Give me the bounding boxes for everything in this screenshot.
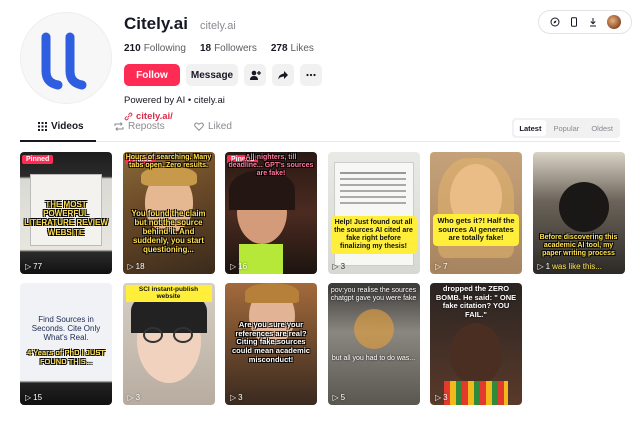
view-count: ▷ 3: [435, 393, 448, 402]
play-icon: ▷: [332, 393, 339, 402]
tab-liked[interactable]: Liked: [194, 121, 232, 132]
video-card[interactable]: Before discovering this academic AI tool…: [532, 152, 625, 274]
play-icon: ▷: [127, 393, 134, 402]
play-icon: ▷: [25, 393, 32, 402]
profile-avatar[interactable]: [20, 12, 112, 104]
sort-popular[interactable]: Popular: [548, 120, 584, 136]
video-card[interactable]: Pinned THE MOST POWERFUL LITERATURE REVI…: [20, 152, 112, 274]
view-count: ▷ 18: [127, 262, 145, 271]
citely-logo: [41, 32, 87, 90]
video-caption: Before discovering this academic AI tool…: [539, 234, 618, 258]
view-count: ▷ 7: [435, 262, 448, 271]
video-top-text: All-nighters, till deadline... GPT's sou…: [228, 154, 314, 178]
video-card[interactable]: Find Sources in Seconds. Cite Only What'…: [20, 283, 112, 405]
video-caption: Are you sure your references are real? C…: [232, 320, 310, 364]
device-icon[interactable]: [569, 17, 579, 27]
profile-stats: 210 Following 18 Followers 278 Likes: [124, 43, 424, 54]
video-card[interactable]: Help! Just found out all the sources AI …: [327, 152, 420, 274]
content-tabs: Videos Reposts Liked Latest Popular Olde…: [20, 116, 620, 142]
play-icon: ▷: [230, 393, 237, 402]
play-icon: ▷: [537, 262, 544, 271]
view-count: ▷ 5: [332, 393, 346, 402]
video-caption: dropped the ZERO BOMB. He said: " ONE fa…: [435, 284, 517, 319]
view-count: ▷ 3: [230, 393, 243, 402]
user-avatar[interactable]: [606, 15, 621, 29]
sort-oldest[interactable]: Oldest: [586, 120, 618, 136]
view-count: ▷ 3: [332, 262, 346, 271]
video-card[interactable]: Pinned Hours of searching. Many tabs ope…: [122, 152, 215, 274]
compass-icon[interactable]: [550, 17, 560, 27]
video-caption: THE MOST POWERFUL LITERATURE REVIEW WEBS…: [24, 200, 108, 237]
top-toolbar: [538, 10, 632, 34]
active-tab-indicator: [20, 140, 96, 142]
add-friend-icon[interactable]: [244, 64, 266, 86]
video-card[interactable]: Who gets it?! Half the sources AI genera…: [430, 152, 522, 274]
video-caption: SCI instant-publish website: [125, 285, 212, 302]
profile-info: Citely.ai citely.ai 210 Following 18 Follo…: [124, 14, 424, 122]
video-subcaption: 4 Years of PhD I JUST FOUND THIS...: [27, 348, 105, 366]
video-caption: Help! Just found out all the sources AI …: [330, 216, 417, 255]
profile-bio: Powered by AI • citely.ai: [124, 95, 225, 106]
view-count: ▷ 3: [127, 393, 141, 402]
view-count: ▷ 15: [25, 393, 43, 402]
profile-name: Citely.ai: [124, 14, 188, 33]
share-icon[interactable]: [272, 64, 294, 86]
video-card[interactable]: Pinned All-nighters, till deadline... GP…: [225, 152, 317, 274]
video-card[interactable]: Are you sure your references are real? C…: [225, 283, 317, 405]
video-caption: Who gets it?! Half the sources AI genera…: [433, 214, 519, 246]
view-count: ▷ 77: [25, 262, 43, 271]
profile-handle: citely.ai: [199, 20, 236, 32]
likes-stat: 278 Likes: [270, 43, 314, 54]
repost-icon: [114, 122, 124, 131]
video-top-text: Hours of searching. Many tabs open. Zero…: [125, 154, 212, 170]
message-button[interactable]: Message: [186, 64, 238, 86]
download-icon[interactable]: [588, 17, 598, 27]
tab-videos[interactable]: Videos: [38, 121, 84, 132]
grid-icon: [38, 122, 47, 131]
more-options-icon[interactable]: [300, 64, 322, 86]
play-icon: ▷: [127, 262, 134, 271]
view-count: ▷ 16: [230, 262, 248, 271]
tab-reposts[interactable]: Reposts: [114, 121, 165, 132]
video-grid: Pinned THE MOST POWERFUL LITERATURE REVI…: [20, 152, 625, 405]
follow-button[interactable]: Follow: [124, 64, 180, 86]
video-card[interactable]: dropped the ZERO BOMB. He said: " ONE fa…: [430, 283, 522, 405]
play-icon: ▷: [230, 262, 237, 271]
play-icon: ▷: [435, 262, 442, 271]
video-card[interactable]: SCI instant-publish website ▷ 3: [122, 283, 215, 405]
video-card[interactable]: pov:you realise the sources chatgpt gave…: [327, 283, 420, 405]
view-count: ▷ 1 was like this...: [537, 262, 602, 271]
video-subcaption: but all you had to do was...: [331, 355, 416, 362]
play-icon: ▷: [332, 262, 339, 271]
video-caption: Find Sources in Seconds. Cite Only What'…: [31, 315, 101, 343]
followers-stat[interactable]: 18 Followers: [200, 43, 257, 54]
pinned-badge: Pinned: [22, 155, 54, 164]
video-caption: pov:you realise the sources chatgpt gave…: [330, 287, 417, 303]
following-stat[interactable]: 210 Following: [124, 43, 186, 54]
sort-toggle: Latest Popular Oldest: [512, 118, 620, 138]
sort-latest[interactable]: Latest: [514, 120, 547, 136]
heart-outline-icon: [194, 122, 204, 131]
play-icon: ▷: [25, 262, 32, 271]
play-icon: ▷: [435, 393, 442, 402]
video-caption: You found the claim but not the source b…: [131, 209, 206, 254]
